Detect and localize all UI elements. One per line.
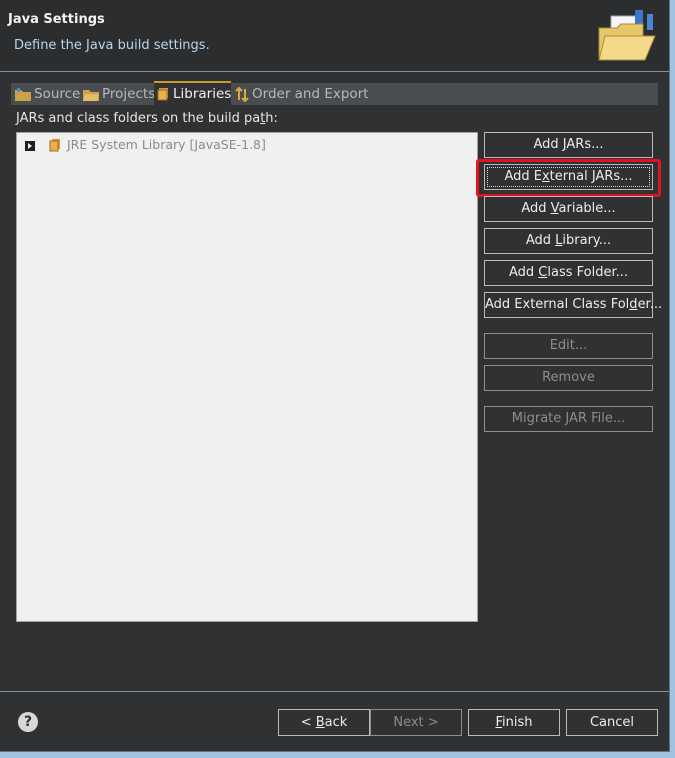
cancel-button[interactable]: Cancel: [566, 709, 658, 736]
remove-button[interactable]: Remove: [484, 365, 653, 391]
tab-order-export-label: Order and Export: [252, 86, 369, 102]
tab-source[interactable]: Source: [13, 83, 81, 105]
tab-source-label: Source: [34, 86, 81, 102]
add-library-button[interactable]: Add Library...: [484, 228, 653, 254]
add-variable-button[interactable]: Add Variable...: [484, 196, 653, 222]
tab-projects-label: Projects: [102, 86, 156, 102]
add-jars-button[interactable]: Add JARs...: [484, 132, 653, 158]
tab-libraries-label: Libraries: [173, 86, 232, 102]
add-class-folder-button[interactable]: Add Class Folder...: [484, 260, 653, 286]
footer-divider: [0, 691, 669, 692]
java-settings-dialog: Java Settings Define the Java build sett…: [0, 0, 670, 752]
expand-arrow-icon[interactable]: [25, 140, 35, 151]
open-folder-wizard-icon: [598, 10, 656, 61]
wizard-header: Java Settings Define the Java build sett…: [0, 0, 669, 72]
libraries-tree[interactable]: JRE System Library [JavaSE-1.8]: [16, 132, 478, 622]
build-path-label: JARs and class folders on the build path…: [16, 111, 278, 126]
back-button[interactable]: < Back: [278, 709, 370, 736]
finish-button[interactable]: Finish: [468, 709, 560, 736]
highlight-box: [476, 159, 661, 197]
tree-item-label: JRE System Library [JavaSE-1.8]: [67, 137, 266, 152]
source-folder-icon: [15, 87, 31, 101]
order-export-icon: [235, 86, 249, 102]
help-icon[interactable]: ?: [18, 712, 38, 732]
tree-item-jre-system-library[interactable]: JRE System Library [JavaSE-1.8]: [19, 136, 266, 154]
tab-projects[interactable]: Projects: [81, 83, 156, 105]
library-icon: [157, 88, 168, 101]
page-title: Java Settings: [8, 12, 105, 27]
jre-library-icon: [49, 139, 60, 152]
tab-bar: Source Projects Libraries Order and Expo…: [11, 81, 658, 105]
migrate-jar-file-button[interactable]: Migrate JAR File...: [484, 406, 653, 432]
edit-button[interactable]: Edit...: [484, 333, 653, 359]
tab-libraries[interactable]: Libraries: [154, 81, 231, 105]
projects-folder-icon: [83, 89, 99, 101]
next-button[interactable]: Next >: [370, 709, 462, 736]
page-description: Define the Java build settings.: [14, 38, 210, 53]
add-external-class-folder-button[interactable]: Add External Class Folder...: [484, 292, 662, 318]
tab-order-export[interactable]: Order and Export: [233, 83, 369, 105]
